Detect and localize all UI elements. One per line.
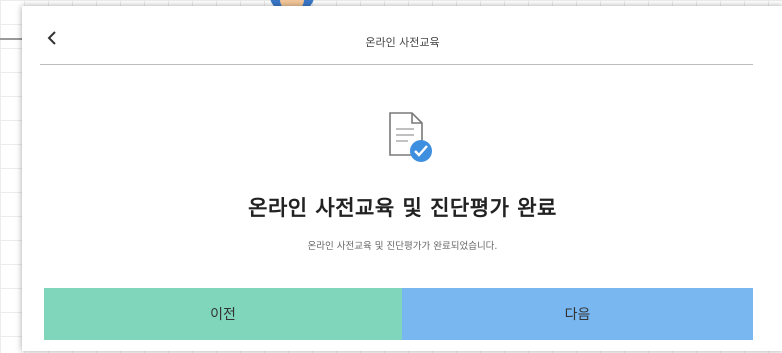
- dialog-header: 온라인 사전교육: [22, 6, 782, 70]
- completion-title: 온라인 사전교육 및 진단평가 완료: [248, 196, 557, 220]
- document-check-icon: [386, 111, 434, 165]
- completion-message: 온라인 사전교육 및 진단평가가 완료되었습니다.: [307, 241, 498, 252]
- dialog-title: 온라인 사전교육: [365, 36, 440, 49]
- prev-button-label: 이전: [210, 307, 236, 323]
- next-button[interactable]: 다음: [402, 288, 753, 340]
- header-divider: [40, 64, 753, 65]
- prev-button[interactable]: 이전: [44, 288, 402, 340]
- completion-dialog: 온라인 사전교육 온라인 사전교육 및 진단평가 완료 온라인 사전교육 및 진…: [22, 6, 782, 351]
- next-button-label: 다음: [564, 307, 591, 323]
